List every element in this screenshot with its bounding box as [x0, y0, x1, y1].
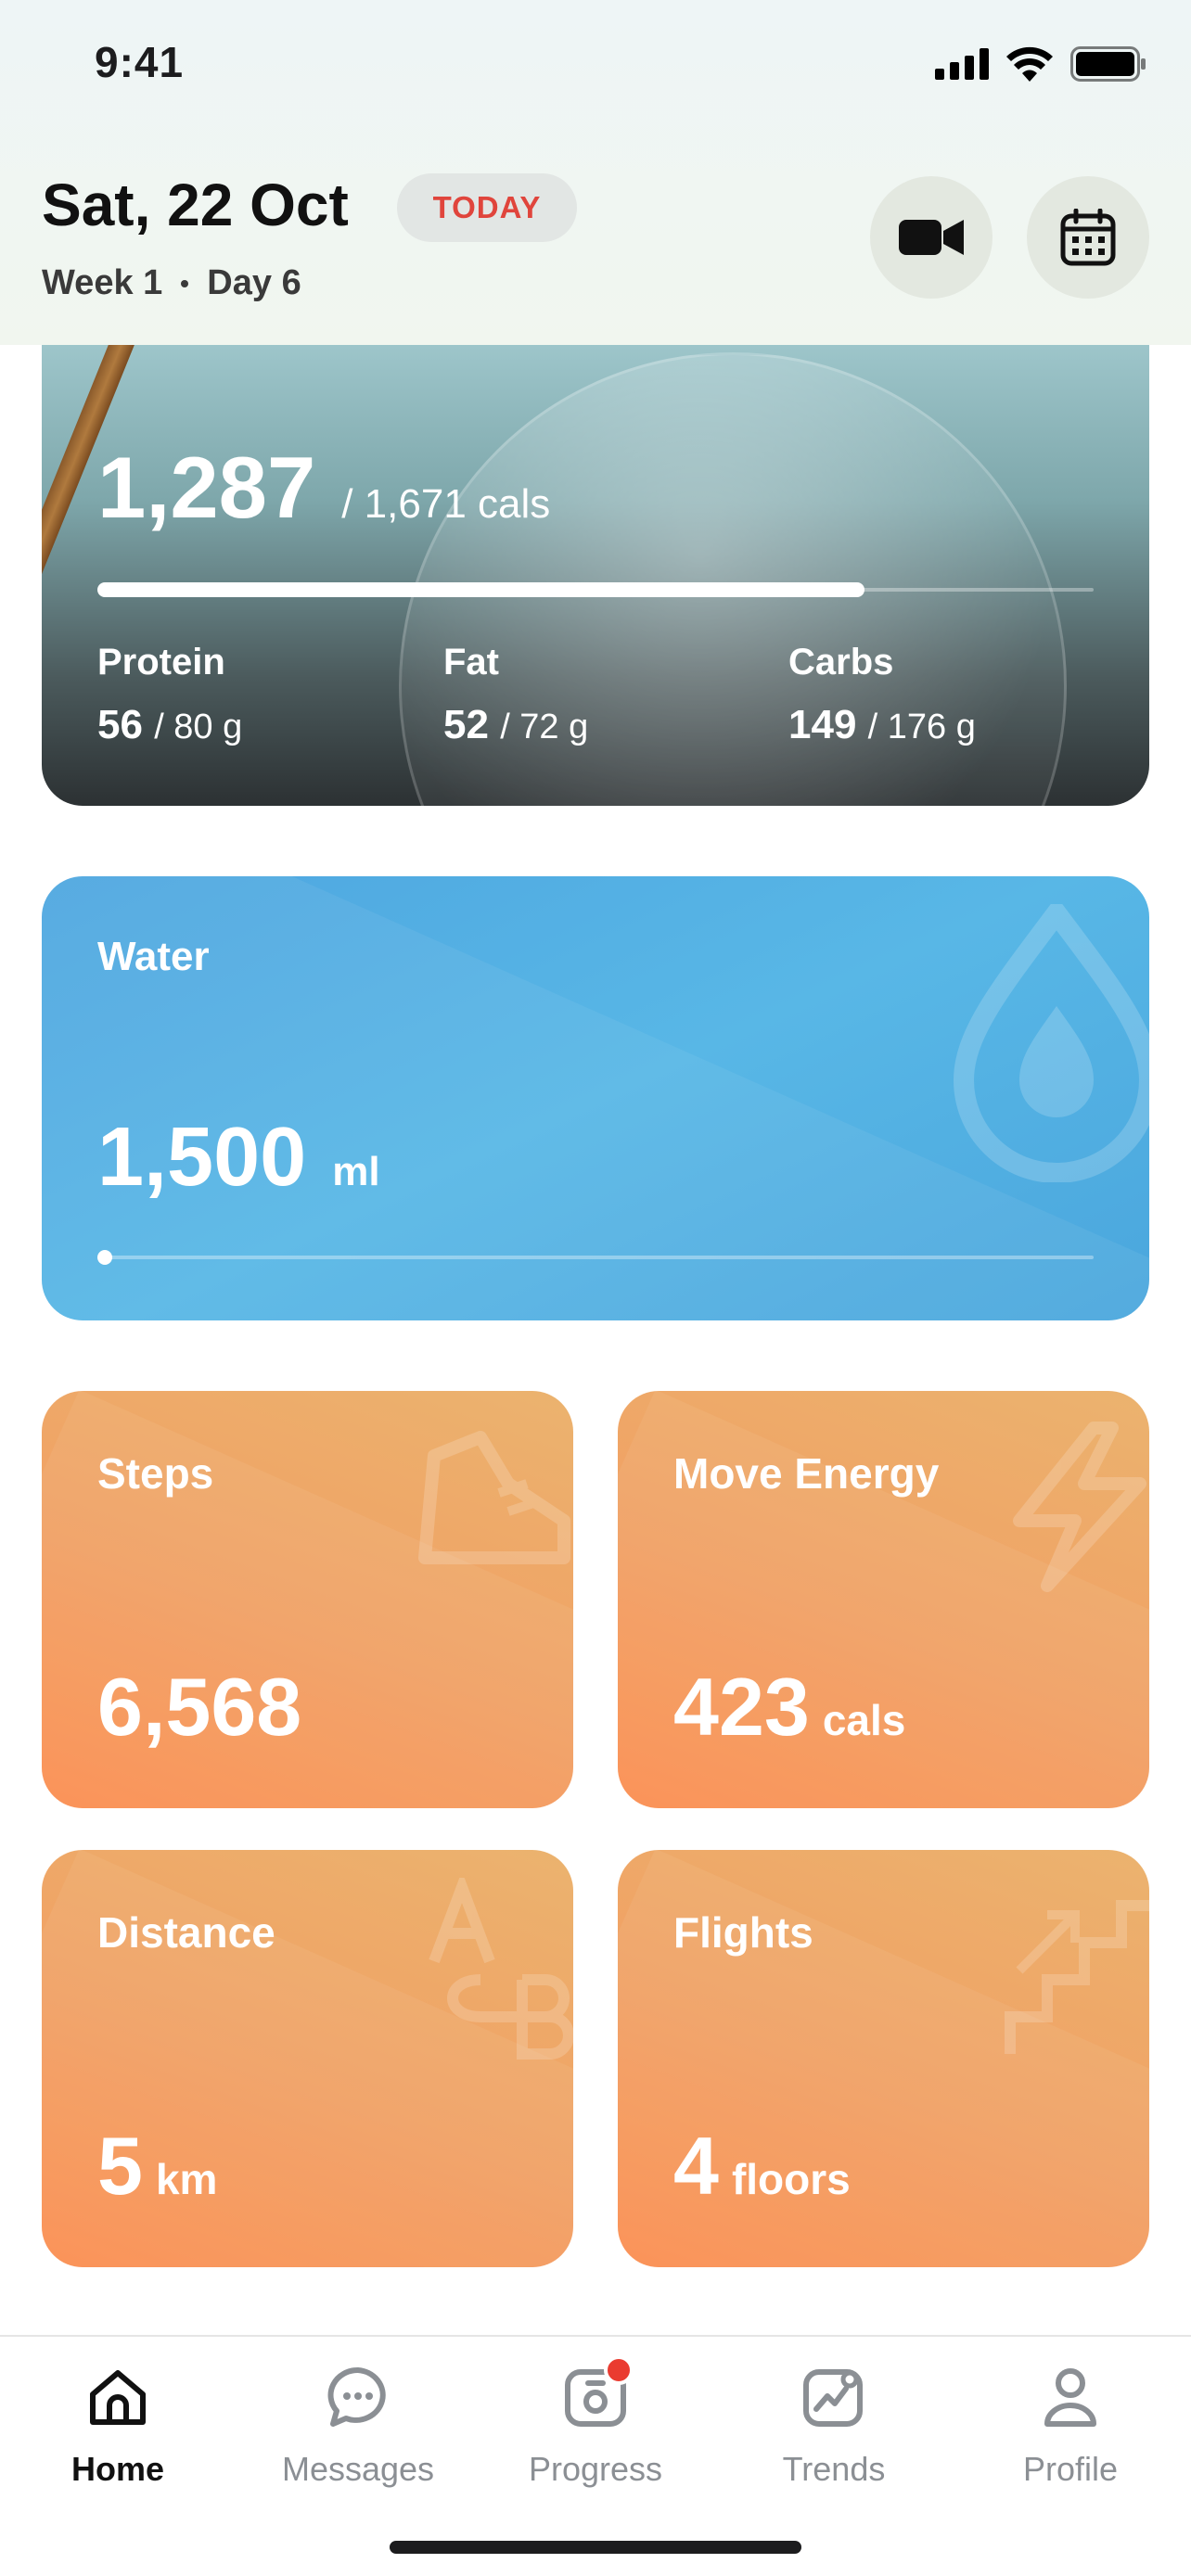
profile-icon — [1038, 2365, 1103, 2429]
macro-protein: Protein 56 / 80 g — [97, 642, 242, 748]
home-indicator — [390, 2541, 801, 2554]
macro-target: / 176 g — [867, 708, 976, 746]
trends-icon — [801, 2365, 866, 2429]
chat-icon — [326, 2365, 391, 2429]
camera-icon — [563, 2355, 634, 2429]
header: 9:41 Sat, 22 Oct TODAY Week 1 Day 6 — [0, 0, 1191, 345]
flights-card[interactable]: Flights 4 floors — [618, 1850, 1149, 2267]
water-progress-fill — [97, 1250, 112, 1265]
week-day-line: Week 1 Day 6 — [42, 263, 301, 303]
tab-profile[interactable]: Profile — [978, 2365, 1163, 2489]
status-time: 9:41 — [95, 38, 185, 86]
move-energy-label: Move Energy — [673, 1449, 940, 1498]
water-progress-bar — [97, 1250, 1094, 1265]
calorie-summary: 1,287 / 1,671 cals — [97, 438, 550, 538]
tab-bar: Home Messages Progress Trends Profile — [0, 2335, 1191, 2576]
move-energy-card[interactable]: Move Energy 423 cals — [618, 1391, 1149, 1808]
calendar-icon — [1060, 209, 1116, 266]
flights-label: Flights — [673, 1908, 813, 1957]
macro-label: Protein — [97, 642, 225, 682]
steps-value: 6,568 — [97, 1661, 302, 1753]
cellular-signal-icon — [935, 48, 989, 80]
distance-card[interactable]: Distance 5 km — [42, 1850, 573, 2267]
date-title: Sat, 22 Oct — [42, 172, 349, 238]
calendar-button[interactable] — [1027, 176, 1149, 299]
sneaker-icon — [418, 1431, 570, 1564]
water-drop-icon — [953, 904, 1149, 1182]
tab-label: Home — [70, 2450, 165, 2488]
tab-home[interactable]: Home — [25, 2365, 211, 2489]
macro-target: / 80 g — [154, 708, 243, 746]
tab-label: Messages — [281, 2450, 435, 2488]
today-badge[interactable]: TODAY — [397, 173, 577, 242]
distance-value-row: 5 km — [97, 2119, 217, 2213]
move-energy-value-row: 423 cals — [673, 1660, 905, 1754]
tab-messages[interactable]: Messages — [265, 2365, 451, 2489]
notification-badge — [604, 2355, 634, 2385]
distance-value: 5 — [97, 2120, 143, 2212]
distance-unit: km — [155, 2155, 218, 2203]
separator-dot — [181, 279, 189, 287]
wifi-icon — [1006, 46, 1053, 82]
video-call-button[interactable] — [870, 176, 992, 299]
flights-value: 4 — [673, 2120, 719, 2212]
macro-label: Carbs — [788, 642, 894, 682]
battery-icon — [1070, 46, 1146, 82]
flights-unit: floors — [731, 2155, 851, 2203]
macro-label: Fat — [443, 642, 499, 682]
macro-target: / 72 g — [500, 708, 589, 746]
calorie-progress-bar — [97, 582, 1094, 597]
tab-label: Progress — [528, 2450, 663, 2488]
calories-target: / 1,671 cals — [341, 481, 551, 527]
lightning-icon — [1013, 1422, 1146, 1592]
day-label: Day 6 — [207, 263, 301, 302]
stairs-icon — [1005, 1900, 1149, 2054]
tab-label: Trends — [782, 2450, 886, 2488]
macro-value: 52 — [443, 702, 489, 747]
distance-label: Distance — [97, 1908, 275, 1957]
steps-card[interactable]: Steps 6,568 — [42, 1391, 573, 1808]
video-camera-icon — [899, 220, 964, 255]
water-amount: 1,500 ml — [97, 1110, 380, 1205]
steps-value-row: 6,568 — [97, 1660, 314, 1754]
macro-fat: Fat 52 / 72 g — [443, 642, 588, 748]
macro-carbs: Carbs 149 / 176 g — [788, 642, 976, 748]
tab-label: Profile — [1022, 2450, 1119, 2488]
move-energy-value: 423 — [673, 1661, 810, 1753]
tab-progress[interactable]: Progress — [503, 2355, 688, 2489]
tab-trends[interactable]: Trends — [741, 2365, 927, 2489]
water-unit: ml — [332, 1149, 380, 1194]
a-to-b-icon — [429, 1878, 573, 2060]
water-label: Water — [97, 934, 210, 979]
calorie-progress-fill — [97, 582, 864, 597]
flights-value-row: 4 floors — [673, 2119, 851, 2213]
status-icons — [935, 46, 1146, 82]
home-icon — [85, 2365, 150, 2429]
water-value: 1,500 — [97, 1111, 307, 1204]
week-label: Week 1 — [42, 263, 163, 302]
move-energy-unit: cals — [822, 1696, 906, 1744]
calories-consumed: 1,287 — [97, 439, 316, 536]
macro-value: 56 — [97, 702, 143, 747]
steps-label: Steps — [97, 1449, 214, 1498]
water-card[interactable]: Water 1,500 ml — [42, 876, 1149, 1320]
calorie-card[interactable]: 1,287 / 1,671 cals Protein 56 / 80 g Fat… — [42, 297, 1149, 806]
macro-value: 149 — [788, 702, 857, 747]
